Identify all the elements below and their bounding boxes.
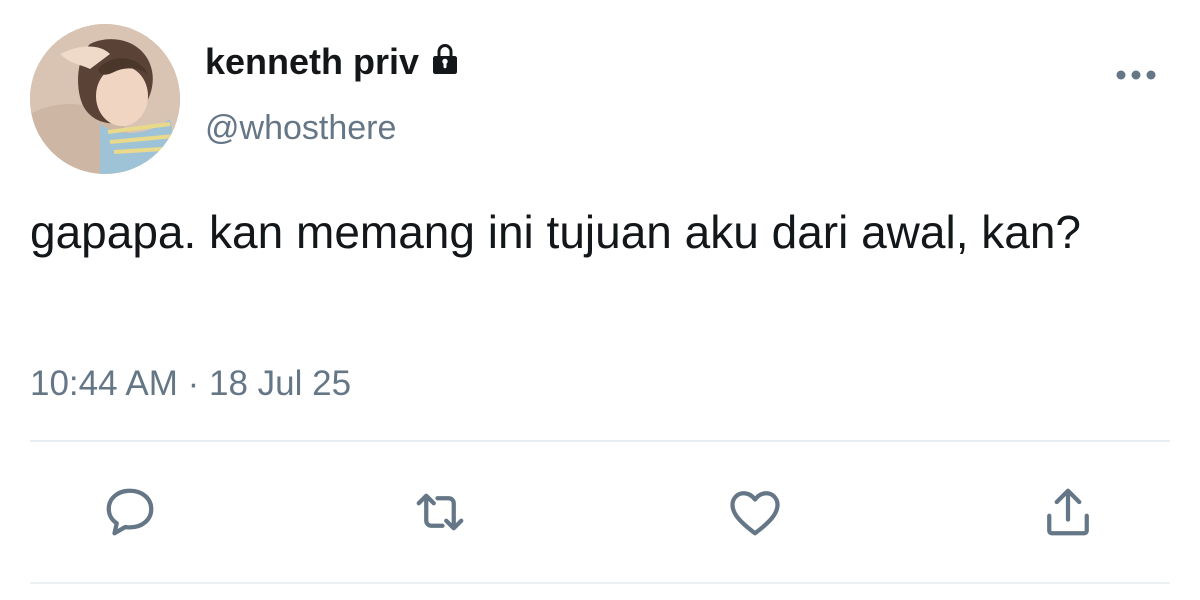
display-name-text: kenneth priv (205, 41, 420, 82)
speech-bubble-icon (106, 488, 154, 536)
timestamp-separator: · (187, 364, 200, 403)
heart-icon (730, 491, 780, 536)
tweet-date: 18 Jul 25 (209, 364, 352, 403)
retweet-icon (416, 493, 464, 531)
tweet-time: 10:44 AM (30, 364, 178, 403)
more-options-button[interactable] (1112, 60, 1162, 90)
tweet-text: gapapa. kan memang ini tujuan aku dari a… (30, 206, 1082, 258)
share-icon (1047, 488, 1089, 536)
bottom-divider (30, 582, 1170, 584)
like-button[interactable] (725, 482, 785, 542)
reply-button[interactable] (100, 482, 160, 542)
tweet-timestamp[interactable]: 10:44 AM · 18 Jul 25 (30, 362, 351, 406)
profile-photo (30, 24, 180, 174)
lock-icon (427, 41, 463, 87)
ellipsis-icon (1116, 70, 1156, 80)
divider (30, 440, 1170, 442)
share-button[interactable] (1038, 482, 1098, 542)
retweet-button[interactable] (410, 482, 470, 542)
avatar[interactable] (30, 24, 180, 174)
user-handle[interactable]: @whosthere (205, 106, 396, 150)
display-name[interactable]: kenneth priv (205, 40, 463, 87)
